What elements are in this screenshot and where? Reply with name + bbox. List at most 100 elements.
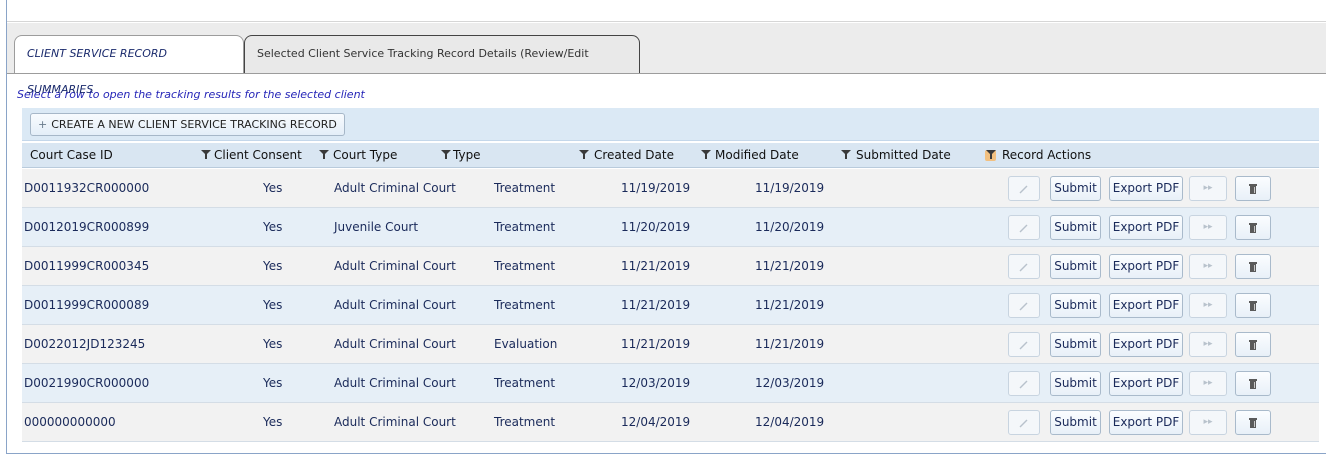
delete-button[interactable] [1235, 176, 1271, 201]
edit-button[interactable] [1008, 410, 1040, 435]
trash-icon [1249, 339, 1257, 350]
delete-button[interactable] [1235, 254, 1271, 279]
export-pdf-button[interactable]: Export PDF [1109, 371, 1183, 396]
export-pdf-button[interactable]: Export PDF [1109, 332, 1183, 357]
cell-type: Treatment [494, 298, 556, 312]
tab-client-service-record-summaries[interactable]: CLIENT SERVICE RECORD SUMMARIES [14, 35, 244, 96]
grid-header: Court Case ID Client Consent Court Type … [22, 143, 1319, 168]
cell-modified-date: 12/04/2019 [755, 415, 825, 429]
trash-icon [1249, 222, 1257, 233]
submit-button[interactable]: Submit [1050, 371, 1101, 396]
cell-client-consent: Yes [263, 181, 283, 195]
col-created-date[interactable]: Created Date [586, 143, 674, 168]
fast-forward-icon[interactable]: ▸▸ [1189, 410, 1227, 435]
table-row[interactable]: D0011932CR000000 Yes Adult Criminal Court T… [22, 169, 1319, 208]
pencil-icon [1019, 341, 1028, 349]
edit-button[interactable] [1008, 176, 1040, 201]
edit-button[interactable] [1008, 371, 1040, 396]
table-row[interactable]: 000000000000 Yes Adult Criminal Court Treat… [22, 403, 1319, 442]
submit-button[interactable]: Submit [1050, 215, 1101, 240]
fast-forward-icon[interactable]: ▸▸ [1189, 254, 1227, 279]
cell-type: Treatment [494, 415, 556, 429]
export-pdf-button[interactable]: Export PDF [1109, 293, 1183, 318]
export-pdf-button[interactable]: Export PDF [1109, 254, 1183, 279]
fast-forward-icon[interactable]: ▸▸ [1189, 176, 1227, 201]
cell-created-date: 11/21/2019 [621, 337, 691, 351]
cell-court-type: Adult Criminal Court [334, 298, 456, 312]
export-pdf-button[interactable]: Export PDF [1109, 410, 1183, 435]
col-submitted-date[interactable]: Submitted Date [848, 143, 951, 168]
col-court-type[interactable]: Court Type [325, 143, 397, 168]
fast-forward-icon[interactable]: ▸▸ [1189, 215, 1227, 240]
col-client-consent[interactable]: Client Consent [206, 143, 302, 168]
submit-button[interactable]: Submit [1050, 332, 1101, 357]
cell-client-consent: Yes [263, 220, 283, 234]
col-modified-date[interactable]: Modified Date [707, 143, 799, 168]
grid-body: D0011932CR000000 Yes Adult Criminal Court T… [22, 169, 1319, 442]
plus-icon: + [38, 118, 48, 131]
edit-button[interactable] [1008, 254, 1040, 279]
export-pdf-button[interactable]: Export PDF [1109, 176, 1183, 201]
fast-forward-icon[interactable]: ▸▸ [1189, 371, 1227, 396]
delete-button[interactable] [1235, 332, 1271, 357]
cell-court-case-id: D0022012JD123245 [24, 337, 146, 351]
submit-button[interactable]: Submit [1050, 293, 1101, 318]
fast-forward-icon[interactable]: ▸▸ [1189, 332, 1227, 357]
tab-selected-record-details[interactable]: Selected Client Service Tracking Record … [244, 35, 640, 96]
cell-court-type: Juvenile Court [334, 220, 419, 234]
cell-court-case-id: D0011932CR000000 [24, 181, 150, 195]
table-row[interactable]: D0021990CR000000 Yes Adult Criminal Court T… [22, 364, 1319, 403]
submit-button[interactable]: Submit [1050, 176, 1101, 201]
cell-client-consent: Yes [263, 415, 283, 429]
submit-button[interactable]: Submit [1050, 410, 1101, 435]
tab-strip: CLIENT SERVICE RECORD SUMMARIES Selected… [7, 23, 1326, 96]
edit-button[interactable] [1008, 215, 1040, 240]
col-record-actions: Record Actions [1002, 148, 1092, 162]
top-bar [7, 0, 1326, 22]
pencil-icon [1019, 224, 1028, 232]
pencil-icon [1019, 263, 1028, 271]
cell-modified-date: 11/20/2019 [755, 220, 825, 234]
trash-icon [1249, 183, 1257, 194]
cell-created-date: 11/21/2019 [621, 298, 691, 312]
cell-court-case-id: D0011999CR000089 [24, 298, 150, 312]
trash-icon [1249, 261, 1257, 272]
trash-icon [1249, 417, 1257, 428]
col-court-case-id[interactable]: Court Case ID [22, 143, 113, 168]
cell-modified-date: 11/21/2019 [755, 259, 825, 273]
cell-court-case-id: D0012019CR000899 [24, 220, 150, 234]
trash-icon [1249, 300, 1257, 311]
export-pdf-button[interactable]: Export PDF [1109, 215, 1183, 240]
pencil-icon [1019, 419, 1028, 427]
submit-button[interactable]: Submit [1050, 254, 1101, 279]
table-row[interactable]: D0012019CR000899 Yes Juvenile Court Treatme… [22, 208, 1319, 247]
cell-type: Treatment [494, 376, 556, 390]
delete-button[interactable] [1235, 293, 1271, 318]
delete-button[interactable] [1235, 215, 1271, 240]
create-record-label: CREATE A NEW CLIENT SERVICE TRACKING REC… [51, 118, 337, 131]
table-row[interactable]: D0011999CR000089 Yes Adult Criminal Court T… [22, 286, 1319, 325]
cell-court-case-id: D0011999CR000345 [24, 259, 150, 273]
cell-created-date: 12/03/2019 [621, 376, 691, 390]
cell-modified-date: 11/19/2019 [755, 181, 825, 195]
cell-client-consent: Yes [263, 298, 283, 312]
cell-created-date: 11/21/2019 [621, 259, 691, 273]
edit-button[interactable] [1008, 293, 1040, 318]
delete-button[interactable] [1235, 371, 1271, 396]
trash-icon [1249, 378, 1257, 389]
pencil-icon [1019, 185, 1028, 193]
cell-modified-date: 11/21/2019 [755, 337, 825, 351]
edit-button[interactable] [1008, 332, 1040, 357]
cell-court-type: Adult Criminal Court [334, 181, 456, 195]
cell-client-consent: Yes [263, 376, 283, 390]
cell-type: Treatment [494, 181, 556, 195]
create-record-button[interactable]: + CREATE A NEW CLIENT SERVICE TRACKING RE… [30, 113, 345, 136]
table-row[interactable]: D0011999CR000345 Yes Adult Criminal Court T… [22, 247, 1319, 286]
cell-court-case-id: 000000000000 [24, 415, 116, 429]
cell-court-type: Adult Criminal Court [334, 337, 456, 351]
fast-forward-icon[interactable]: ▸▸ [1189, 293, 1227, 318]
cell-modified-date: 11/21/2019 [755, 298, 825, 312]
table-row[interactable]: D0022012JD123245 Yes Adult Criminal Court E… [22, 325, 1319, 364]
delete-button[interactable] [1235, 410, 1271, 435]
col-type[interactable]: Type [445, 143, 481, 168]
